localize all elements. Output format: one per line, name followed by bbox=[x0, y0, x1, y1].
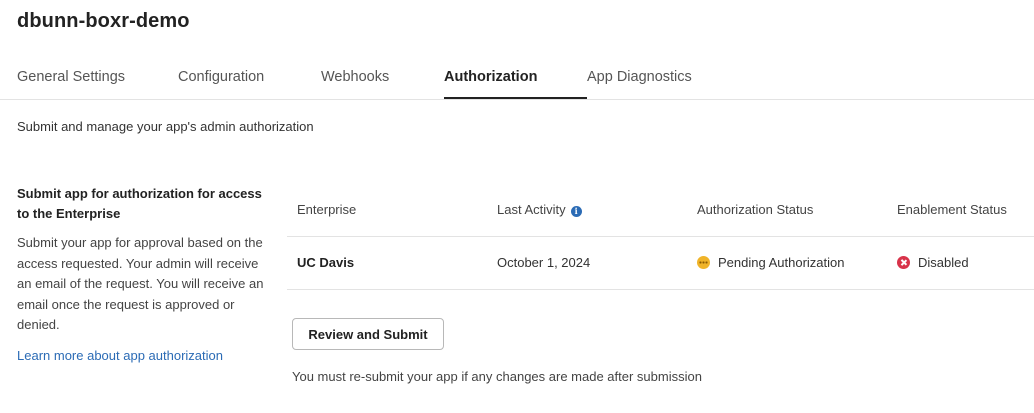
column-header-enablement-status: Enablement Status bbox=[897, 202, 1007, 217]
table-row: UC Davis October 1, 2024 Pending Authori… bbox=[287, 237, 1034, 290]
tab-app-diagnostics[interactable]: App Diagnostics bbox=[587, 58, 692, 98]
table-header-row: Enterprise Last Activity i Authorization … bbox=[287, 184, 1034, 237]
enablement-status: Disabled bbox=[897, 237, 969, 289]
learn-more-link[interactable]: Learn more about app authorization bbox=[17, 348, 223, 363]
column-header-enterprise: Enterprise bbox=[297, 202, 357, 217]
info-icon[interactable]: i bbox=[570, 206, 582, 217]
pending-status-icon bbox=[697, 256, 710, 269]
resubmit-note: You must re-submit your app if any chang… bbox=[292, 369, 702, 384]
tab-general-settings[interactable]: General Settings bbox=[17, 58, 125, 98]
enterprise-name: UC Davis bbox=[297, 255, 355, 270]
panel-description: Submit your app for approval based on th… bbox=[17, 235, 264, 332]
tab-webhooks[interactable]: Webhooks bbox=[321, 58, 389, 98]
last-activity-date: October 1, 2024 bbox=[497, 255, 591, 270]
authorization-info-panel: Submit app for authorization for access … bbox=[17, 184, 267, 365]
panel-heading: Submit app for authorization for access … bbox=[17, 186, 262, 221]
disabled-status-icon bbox=[897, 256, 910, 269]
enablement-status-label: Disabled bbox=[918, 255, 969, 270]
authorization-table: Enterprise Last Activity i Authorization … bbox=[287, 184, 1034, 290]
page-description: Submit and manage your app's admin autho… bbox=[17, 119, 314, 134]
column-header-label: Last Activity bbox=[497, 202, 566, 217]
app-title: dbunn-boxr-demo bbox=[17, 10, 190, 32]
tab-authorization[interactable]: Authorization bbox=[444, 58, 587, 99]
tab-bar: General Settings Configuration Webhooks … bbox=[0, 58, 1034, 100]
tab-configuration[interactable]: Configuration bbox=[178, 58, 264, 98]
column-header-authorization-status: Authorization Status bbox=[697, 202, 814, 217]
review-and-submit-button[interactable]: Review and Submit bbox=[292, 318, 444, 350]
authorization-status-label: Pending Authorization bbox=[718, 255, 845, 270]
column-header-last-activity: Last Activity i bbox=[497, 184, 582, 236]
app-authorization-page: dbunn-boxr-demo General Settings Configu… bbox=[0, 0, 1034, 413]
authorization-status: Pending Authorization bbox=[697, 237, 844, 289]
